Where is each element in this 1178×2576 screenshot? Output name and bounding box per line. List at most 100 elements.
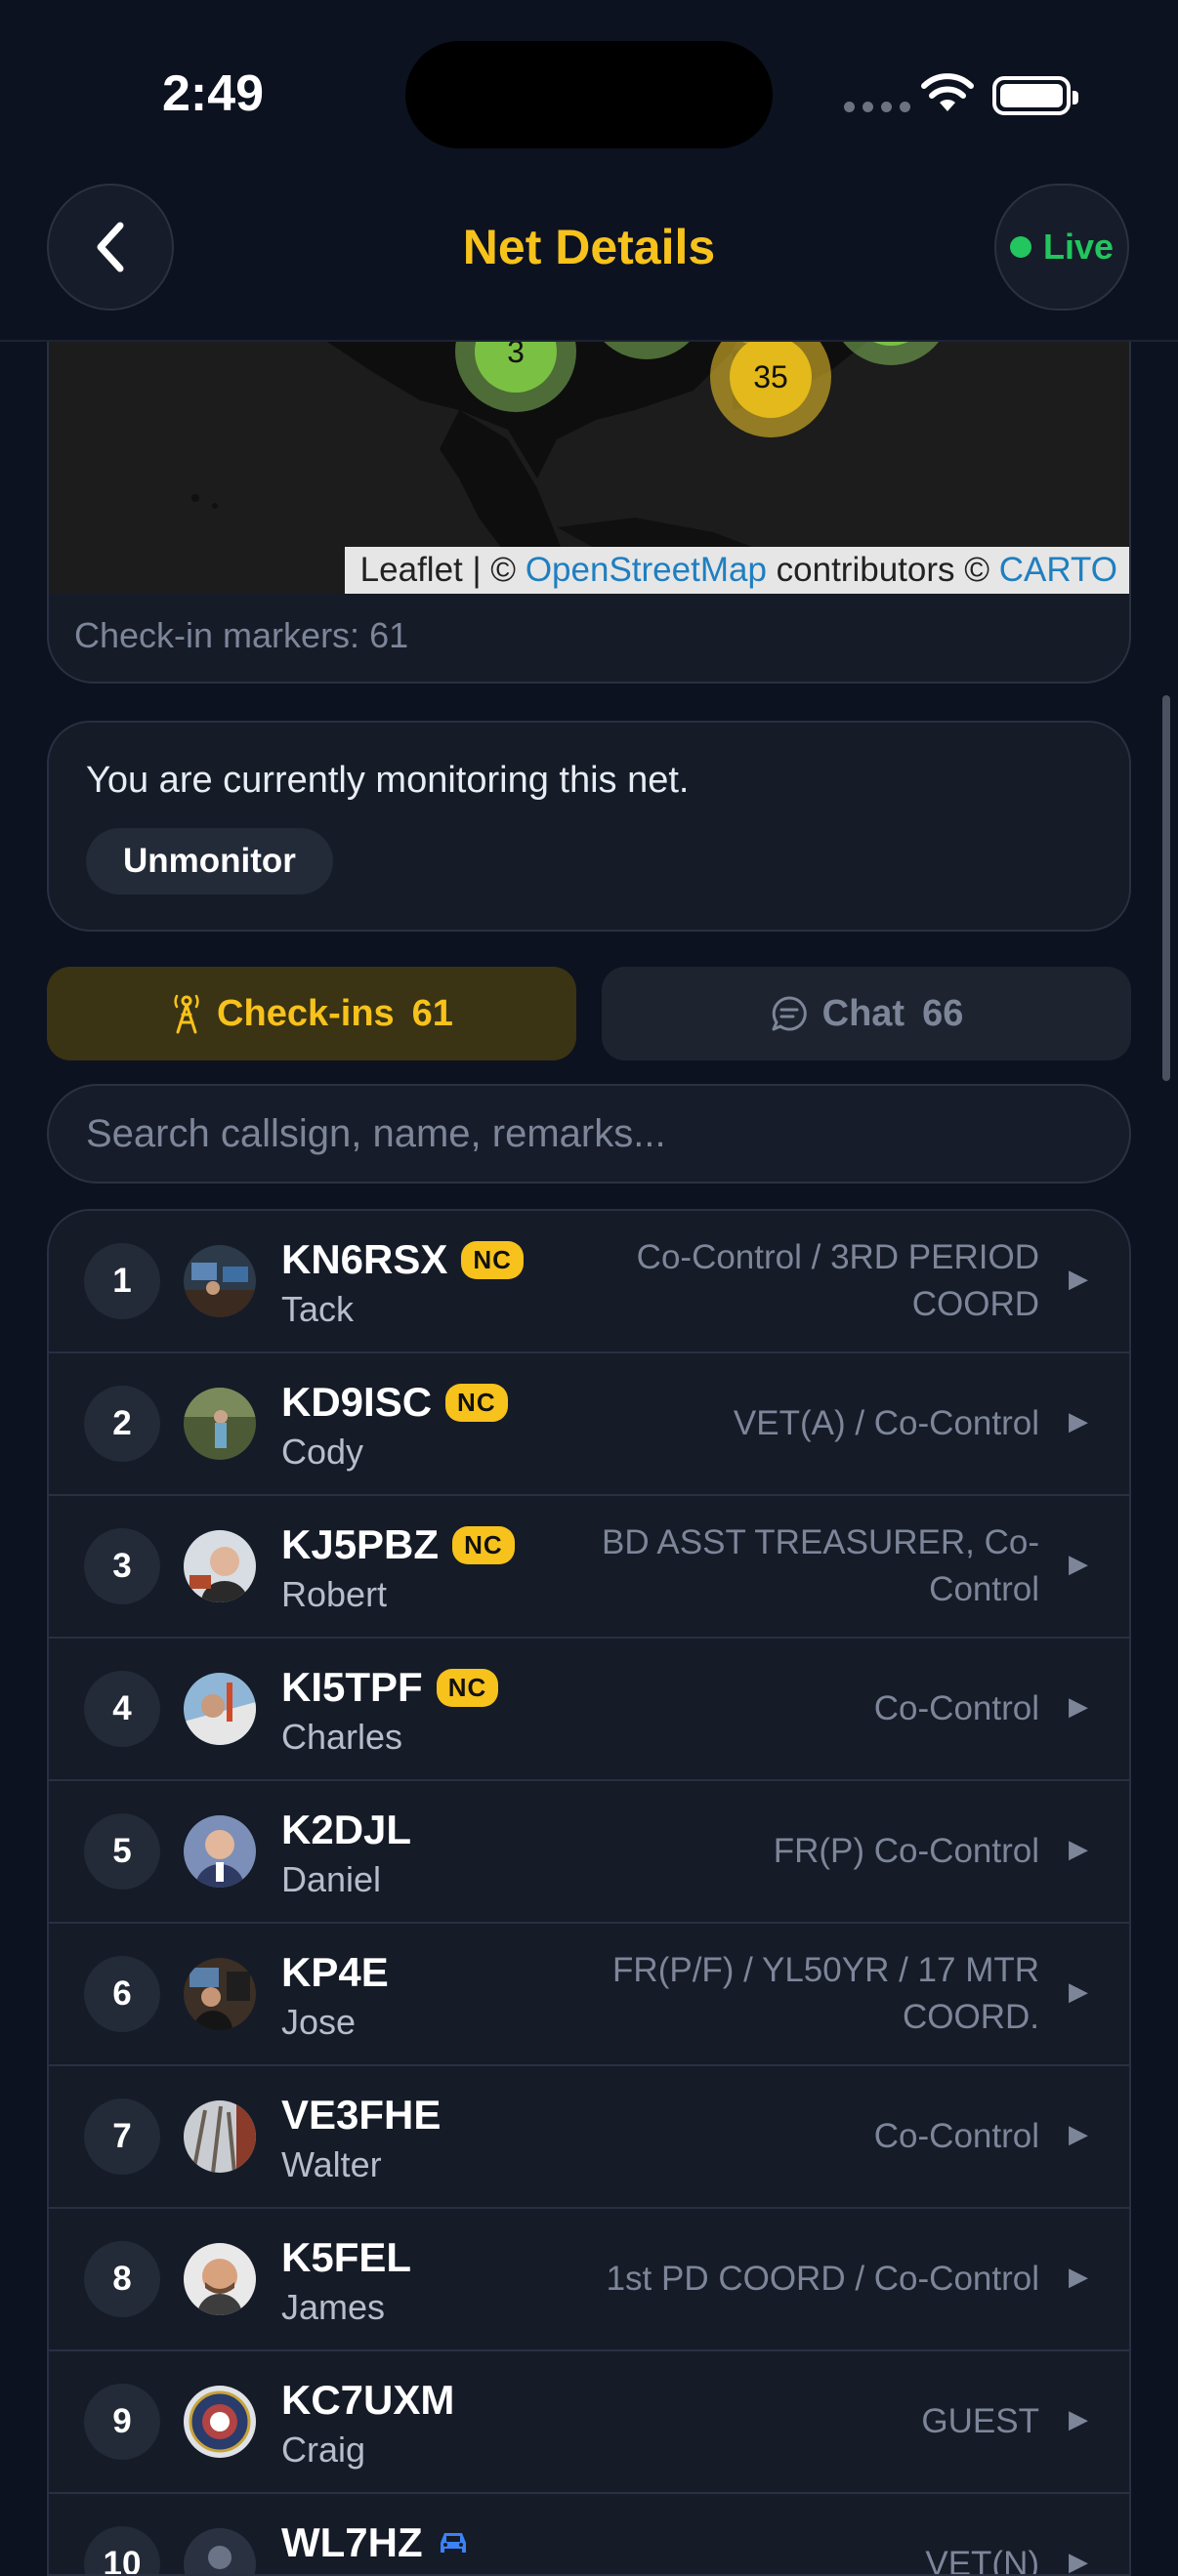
checkin-number: 5 bbox=[84, 1813, 160, 1890]
checkin-row[interactable]: 1 KN6RSX NC Tack Co-Control / 3RD PERIOD … bbox=[49, 1211, 1129, 1353]
net-control-badge: NC bbox=[445, 1383, 508, 1422]
checkin-number: 6 bbox=[84, 1956, 160, 2032]
checkin-row[interactable]: 7 VE3FHE Walter Co-Control ▶ bbox=[49, 2066, 1129, 2209]
search-input[interactable] bbox=[47, 1084, 1131, 1184]
checkin-row[interactable]: 10 WL7HZ VET(N) ▶ bbox=[49, 2494, 1129, 2576]
checkin-number: 10 bbox=[84, 2526, 160, 2574]
operator-name: Cody bbox=[281, 1432, 364, 1472]
operator-name: Tack bbox=[281, 1289, 355, 1329]
live-dot-icon bbox=[1009, 236, 1031, 258]
tab-chat-count: 66 bbox=[922, 992, 964, 1034]
checkin-number: 2 bbox=[84, 1386, 160, 1462]
net-control-badge: NC bbox=[452, 1525, 515, 1564]
operator-name: Daniel bbox=[281, 1859, 382, 1899]
avatar bbox=[184, 2100, 256, 2173]
caret-right-icon: ▶ bbox=[1069, 2547, 1088, 2576]
cellular-signal-icon bbox=[844, 102, 910, 112]
tab-check-ins-label: Check-ins bbox=[217, 992, 395, 1034]
operator-name: Charles bbox=[281, 1717, 403, 1757]
checkin-number: 1 bbox=[84, 1243, 160, 1319]
map-attribution: Leaflet | © OpenStreetMap contributors ©… bbox=[344, 547, 1129, 594]
checkin-row[interactable]: 6 KP4E Jose FR(P/F) / YL50YR / 17 MTR CO… bbox=[49, 1924, 1129, 2066]
monitor-card: You are currently monitoring this net. U… bbox=[47, 721, 1131, 932]
caret-right-icon: ▶ bbox=[1069, 2262, 1088, 2291]
checkin-remark: Co-Control bbox=[873, 1689, 1039, 1727]
avatar bbox=[184, 2528, 256, 2574]
checkin-row[interactable]: 3 KJ5PBZ NC Robert BD ASST TREASURER, Co-… bbox=[49, 1496, 1129, 1639]
checkin-row[interactable]: 8 K5FEL James 1st PD COORD / Co-Control … bbox=[49, 2209, 1129, 2351]
operator-name: Walter bbox=[281, 2144, 382, 2184]
tab-chat-label: Chat bbox=[821, 992, 905, 1034]
avatar bbox=[184, 1388, 256, 1460]
avatar bbox=[184, 1958, 256, 2030]
callsign[interactable]: K5FEL bbox=[281, 2234, 411, 2281]
checkin-row[interactable]: 5 K2DJL Daniel FR(P) Co-Control ▶ bbox=[49, 1781, 1129, 1924]
tab-check-ins[interactable]: Check-ins 61 bbox=[47, 967, 576, 1060]
checkin-number: 3 bbox=[84, 1528, 160, 1604]
battery-icon bbox=[992, 76, 1078, 115]
callsign[interactable]: KI5TPF bbox=[281, 1664, 423, 1711]
status-bar: 2:49 bbox=[0, 0, 1178, 186]
checkin-number: 8 bbox=[84, 2241, 160, 2317]
avatar bbox=[184, 2243, 256, 2315]
callsign[interactable]: VE3FHE bbox=[281, 2092, 441, 2139]
wifi-icon bbox=[921, 73, 974, 111]
avatar bbox=[184, 1815, 256, 1888]
callsign[interactable]: WL7HZ bbox=[281, 2519, 423, 2566]
caret-right-icon: ▶ bbox=[1069, 2404, 1088, 2433]
tab-check-ins-count: 61 bbox=[411, 992, 453, 1034]
avatar bbox=[184, 1673, 256, 1745]
checkin-remark: GUEST bbox=[921, 2402, 1039, 2440]
checkin-markers-count: Check-in markers: 61 bbox=[74, 615, 409, 655]
caret-right-icon: ▶ bbox=[1069, 1691, 1088, 1721]
unmonitor-button[interactable]: Unmonitor bbox=[86, 828, 333, 894]
live-status-button[interactable]: Live bbox=[994, 184, 1129, 311]
checkin-remark: VET(N) bbox=[925, 2545, 1039, 2576]
chat-bubble-icon bbox=[772, 996, 807, 1031]
checkin-remark: Co-Control / 3RD PERIOD COORD bbox=[636, 1238, 1039, 1323]
live-label: Live bbox=[1042, 227, 1115, 267]
checkin-remark: VET(A) / Co-Control bbox=[733, 1404, 1039, 1442]
openstreetmap-link[interactable]: OpenStreetMap bbox=[526, 551, 767, 589]
checkin-row[interactable]: 9 KC7UXM Craig GUEST ▶ bbox=[49, 2351, 1129, 2494]
checkin-remark: 1st PD COORD / Co-Control bbox=[606, 2260, 1039, 2298]
dynamic-island bbox=[405, 41, 773, 148]
operator-name: Robert bbox=[281, 1574, 388, 1614]
avatar bbox=[184, 1530, 256, 1602]
checkin-row[interactable]: 4 KI5TPF NC Charles Co-Control ▶ bbox=[49, 1639, 1129, 1781]
avatar bbox=[184, 1245, 256, 1317]
checkin-remark: FR(P) Co-Control bbox=[773, 1832, 1039, 1870]
caret-right-icon: ▶ bbox=[1069, 1406, 1088, 1435]
scrollbar[interactable] bbox=[1162, 695, 1170, 1081]
callsign[interactable]: KJ5PBZ bbox=[281, 1521, 439, 1568]
callsign[interactable]: K2DJL bbox=[281, 1807, 411, 1853]
net-control-badge: NC bbox=[461, 1240, 524, 1279]
caret-right-icon: ▶ bbox=[1069, 1834, 1088, 1863]
caret-right-icon: ▶ bbox=[1069, 1976, 1088, 2006]
net-control-badge: NC bbox=[436, 1668, 499, 1707]
map-card: 3 5 35 Leaflet | © OpenStreetMap contrib… bbox=[47, 293, 1131, 684]
callsign[interactable]: KN6RSX bbox=[281, 1236, 447, 1283]
caret-right-icon: ▶ bbox=[1069, 2119, 1088, 2148]
checkin-number: 9 bbox=[84, 2384, 160, 2460]
checkin-list: 1 KN6RSX NC Tack Co-Control / 3RD PERIOD … bbox=[47, 1209, 1131, 2576]
checkin-row[interactable]: 2 KD9ISC NC Cody VET(A) / Co-Control ▶ bbox=[49, 1353, 1129, 1496]
checkin-remark: FR(P/F) / YL50YR / 17 MTR COORD. bbox=[612, 1951, 1039, 2036]
callsign[interactable]: KD9ISC bbox=[281, 1379, 432, 1426]
operator-name: James bbox=[281, 2287, 386, 2327]
callsign[interactable]: KP4E bbox=[281, 1949, 389, 1996]
radio-tower-icon bbox=[174, 994, 199, 1034]
checkin-number: 7 bbox=[84, 2098, 160, 2175]
tab-chat[interactable]: Chat 66 bbox=[602, 967, 1131, 1060]
status-time: 2:49 bbox=[162, 65, 265, 122]
caret-right-icon: ▶ bbox=[1069, 1549, 1088, 1578]
checkin-remark: BD ASST TREASURER, Co-Control bbox=[602, 1523, 1039, 1608]
operator-name: Jose bbox=[281, 2002, 357, 2042]
leaflet-link[interactable]: Leaflet bbox=[360, 551, 463, 589]
checkin-remark: Co-Control bbox=[873, 2117, 1039, 2155]
checkin-number: 4 bbox=[84, 1671, 160, 1747]
callsign[interactable]: KC7UXM bbox=[281, 2377, 454, 2424]
monitor-status-text: You are currently monitoring this net. bbox=[86, 760, 690, 801]
operator-name: Craig bbox=[281, 2430, 366, 2470]
carto-link[interactable]: CARTO bbox=[999, 551, 1117, 589]
